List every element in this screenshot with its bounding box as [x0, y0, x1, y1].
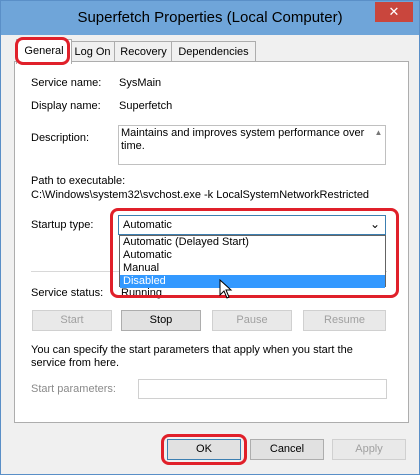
start-parameters-hint: You can specify the start parameters tha…	[31, 344, 353, 369]
start-parameters-input[interactable]	[138, 379, 387, 399]
option-disabled[interactable]: Disabled	[120, 275, 385, 288]
pause-button[interactable]: Pause	[212, 310, 292, 331]
window-title: Superfetch Properties (Local Computer)	[77, 9, 343, 26]
tab-recovery-label: Recovery	[120, 46, 167, 58]
display-name-value: Superfetch	[119, 100, 173, 112]
title-bar[interactable]: Superfetch Properties (Local Computer) ✕	[1, 1, 419, 35]
description-label: Description:	[31, 132, 90, 144]
tab-general-label: General	[24, 45, 64, 57]
ok-button[interactable]: OK	[167, 439, 241, 460]
description-field[interactable]: Maintains and improves system performanc…	[118, 125, 386, 165]
properties-dialog: Superfetch Properties (Local Computer) ✕…	[0, 0, 420, 475]
close-icon: ✕	[388, 4, 400, 19]
path-label: Path to executable:	[31, 175, 126, 187]
mouse-cursor-icon	[219, 279, 233, 299]
chevron-down-icon[interactable]: ⌄	[370, 217, 380, 231]
resume-button[interactable]: Resume	[303, 310, 386, 331]
close-button[interactable]: ✕	[375, 2, 413, 22]
service-name-value: SysMain	[119, 77, 162, 89]
option-automatic[interactable]: Automatic	[120, 249, 385, 262]
start-parameters-label: Start parameters:	[31, 383, 116, 395]
apply-button[interactable]: Apply	[332, 439, 406, 460]
cancel-button[interactable]: Cancel	[250, 439, 324, 460]
description-text: Maintains and improves system performanc…	[121, 127, 365, 152]
option-manual[interactable]: Manual	[120, 262, 385, 275]
service-status-label: Service status:	[31, 287, 104, 299]
option-automatic-delayed[interactable]: Automatic (Delayed Start)	[120, 236, 385, 249]
path-value: C:\Windows\system32\svchost.exe -k Local…	[31, 189, 370, 201]
tab-log-on-label: Log On	[74, 46, 111, 58]
startup-type-select[interactable]: Automatic ⌄	[118, 215, 386, 235]
scroll-up-icon[interactable]: ▲	[372, 126, 385, 139]
service-name-label: Service name:	[31, 77, 102, 89]
tab-general[interactable]: General	[16, 39, 72, 64]
tab-dependencies[interactable]: Dependencies	[171, 41, 256, 62]
start-button[interactable]: Start	[32, 310, 112, 331]
display-name-label: Display name:	[31, 100, 101, 112]
tab-log-on[interactable]: Log On	[67, 41, 118, 62]
service-status-value: Running	[121, 287, 162, 299]
startup-type-dropdown: Automatic (Delayed Start) Automatic Manu…	[119, 235, 386, 288]
stop-button[interactable]: Stop	[121, 310, 201, 331]
tab-dependencies-label: Dependencies	[178, 46, 249, 58]
tab-recovery[interactable]: Recovery	[114, 41, 173, 62]
startup-type-label: Startup type:	[31, 219, 94, 231]
startup-type-value: Automatic	[123, 219, 172, 231]
